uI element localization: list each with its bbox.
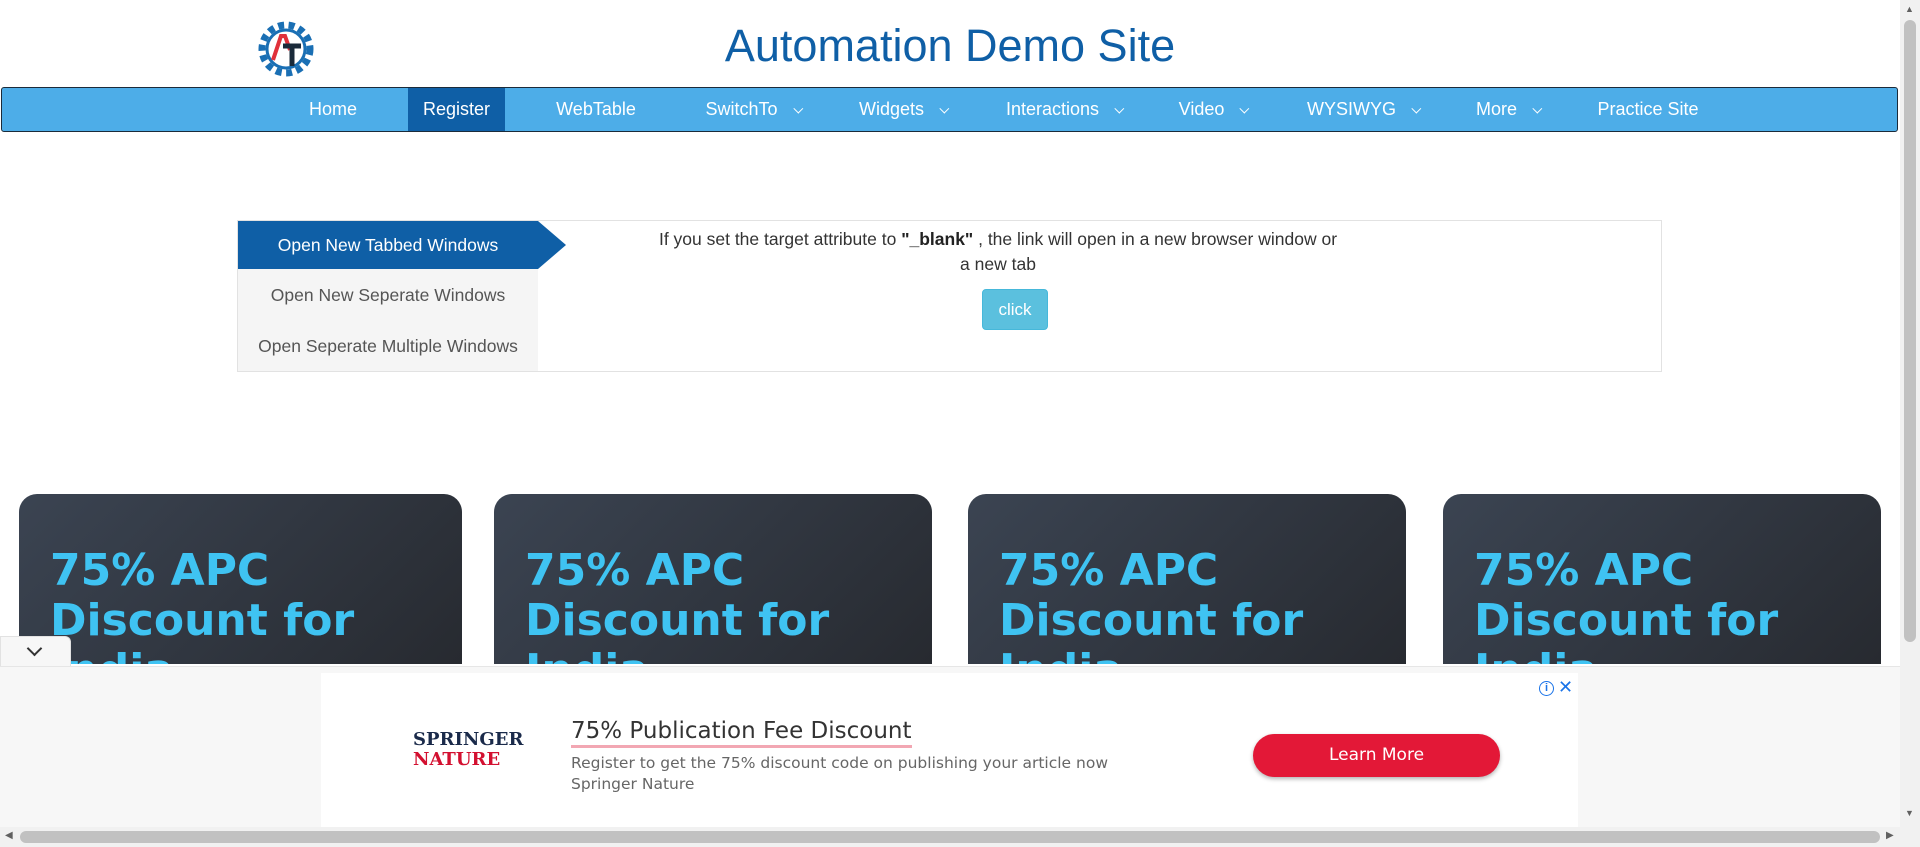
nav-label: WebTable [556, 99, 636, 119]
nav-item-switchto[interactable]: SwitchTo [692, 88, 812, 131]
nav-item-interactions[interactable]: Interactions [992, 88, 1134, 131]
close-icon[interactable]: ✕ [1558, 677, 1573, 698]
scroll-up-icon[interactable]: ▲ [1905, 4, 1914, 14]
window-tabs: Open New Tabbed Windows Open New Seperat… [238, 221, 566, 371]
chevron-down-icon [792, 103, 803, 114]
chevron-down-icon [1239, 103, 1250, 114]
main-navbar: Home Register WebTable SwitchTo Widgets … [1, 87, 1898, 132]
tab-open-seperate-multiple-windows[interactable]: Open Seperate Multiple Windows [238, 322, 538, 370]
scrollbar-thumb[interactable] [1904, 20, 1916, 642]
chevron-down-icon [939, 103, 950, 114]
ad-card[interactable]: 75% APC Discount for India [494, 494, 932, 664]
nav-label: Practice Site [1597, 99, 1699, 119]
chevron-down-icon [1532, 103, 1543, 114]
click-button[interactable]: click [982, 289, 1048, 330]
vertical-scrollbar[interactable]: ▲ ▼ [1900, 0, 1920, 847]
tab-open-new-seperate-windows[interactable]: Open New Seperate Windows [238, 271, 538, 319]
ad-card-text: 75% APC Discount for India [1474, 545, 1779, 665]
collapse-ad-button[interactable] [0, 636, 71, 666]
ad-card-text: 75% APC Discount for India [50, 545, 355, 665]
ad-card[interactable]: 75% APC Discount for India [968, 494, 1406, 664]
springer-nature-logo: SPRINGER NATURE [413, 730, 523, 770]
nav-item-more[interactable]: More [1462, 88, 1552, 131]
chevron-down-icon [1114, 103, 1125, 114]
info-icon[interactable]: i [1539, 681, 1554, 696]
description-suffix: , the link will open in a new browser wi… [960, 229, 1338, 274]
nav-item-register[interactable]: Register [408, 88, 505, 131]
bottom-ad-bar: SPRINGER NATURE 75% Publication Fee Disc… [0, 666, 1900, 829]
ad-headline[interactable]: 75% Publication Fee Discount [571, 718, 912, 748]
nav-label: Home [308, 99, 357, 119]
scroll-right-icon[interactable]: ▶ [1886, 830, 1894, 841]
scroll-down-icon[interactable]: ▼ [1905, 808, 1914, 818]
brand-line-1: SPRINGER [413, 729, 524, 750]
description-prefix: If you set the target attribute to [658, 229, 902, 249]
chevron-down-icon [1411, 103, 1422, 114]
tab-description: If you set the target attribute to "_bla… [658, 227, 1338, 277]
chevron-down-icon [26, 640, 43, 657]
nav-label: More [1475, 99, 1517, 119]
nav-label: Register [422, 99, 491, 119]
description-code: "_blank" [901, 229, 974, 249]
windows-panel: Open New Tabbed Windows Open New Seperat… [237, 220, 1662, 372]
nav-item-wysiwyg[interactable]: WYSIWYG [1297, 88, 1427, 131]
nav-item-video[interactable]: Video [1167, 88, 1257, 131]
nav-label: SwitchTo [705, 99, 778, 119]
ad-card[interactable]: 75% APC Discount for India [1443, 494, 1881, 664]
learn-more-button[interactable]: Learn More [1253, 734, 1500, 777]
ad-card-text: 75% APC Discount for India [525, 545, 830, 665]
nav-item-practice-site[interactable]: Practice Site [1584, 88, 1712, 131]
ad-banner[interactable]: SPRINGER NATURE 75% Publication Fee Disc… [321, 673, 1578, 829]
nav-item-webtable[interactable]: WebTable [542, 88, 650, 131]
horizontal-scrollbar[interactable]: ◀ ▶ [0, 827, 1900, 847]
page-title: Automation Demo Site [724, 20, 1176, 71]
ad-card[interactable]: 75% APC Discount for India [19, 494, 462, 664]
nav-item-home[interactable]: Home [287, 88, 379, 131]
nav-label: Widgets [858, 99, 925, 119]
nav-label: WYSIWYG [1307, 99, 1396, 119]
scroll-left-icon[interactable]: ◀ [5, 830, 13, 841]
nav-item-widgets[interactable]: Widgets [847, 88, 957, 131]
nav-label: Video [1178, 99, 1225, 119]
nav-label: Interactions [1005, 99, 1100, 119]
ad-card-text: 75% APC Discount for India [999, 545, 1304, 665]
tab-open-new-tabbed-windows[interactable]: Open New Tabbed Windows [238, 221, 566, 269]
scrollbar-thumb[interactable] [20, 831, 1880, 843]
brand-line-2: NATURE [413, 749, 501, 770]
ad-description: Register to get the 75% discount code on… [571, 754, 1108, 793]
